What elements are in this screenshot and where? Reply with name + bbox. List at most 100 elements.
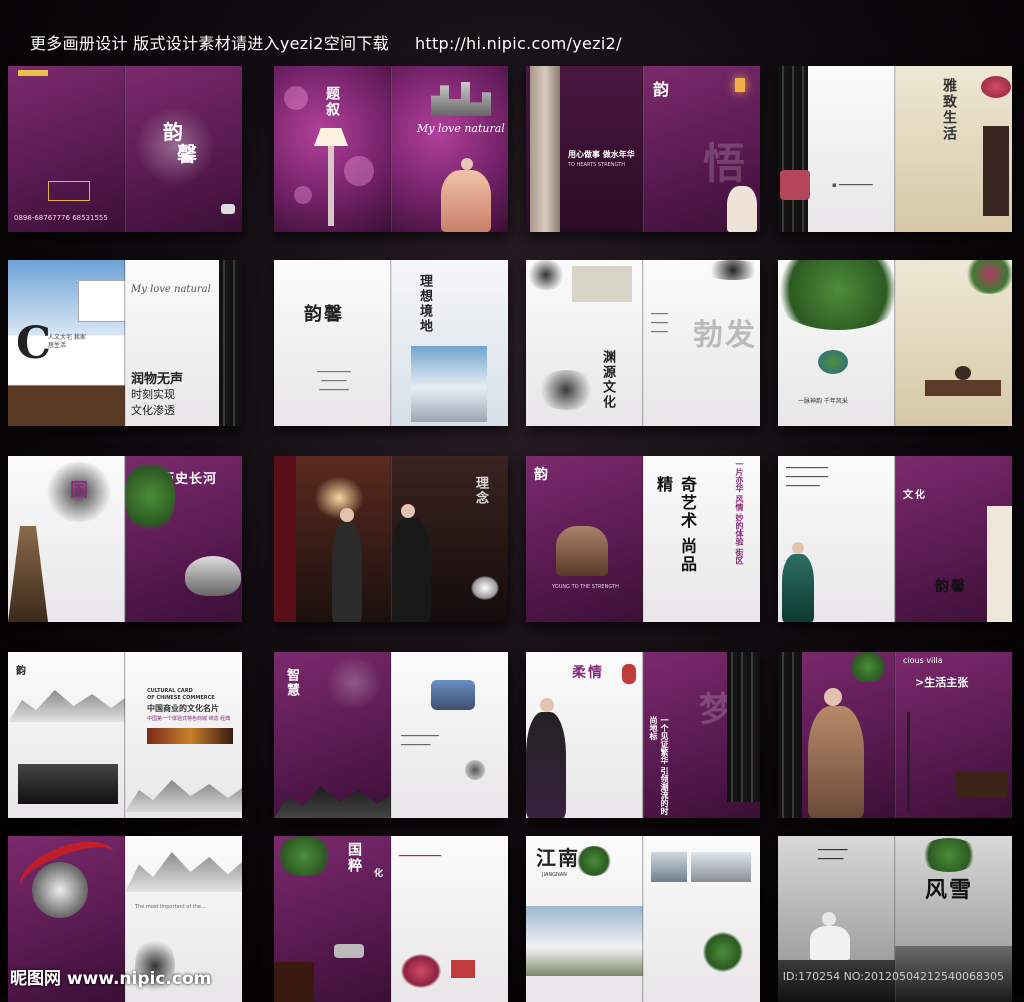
interior-photo bbox=[572, 266, 632, 302]
spread-8-right bbox=[895, 260, 1012, 426]
carved-pillar bbox=[530, 66, 560, 232]
ink-mountains bbox=[125, 852, 242, 892]
plum-branch bbox=[703, 260, 760, 280]
calligraphy: 智慧 bbox=[284, 668, 299, 698]
site-watermark: 昵图网 www.nipic.com bbox=[10, 969, 212, 989]
spread-10[interactable]: 理念 bbox=[274, 456, 508, 622]
spread-13[interactable]: 韵 CULTURAL CARD OF CHINESE COMMERCE 中国商业… bbox=[8, 652, 242, 818]
calligraphy: 韵馨 bbox=[935, 579, 967, 595]
spread-16[interactable]: cious villa >生活主张 bbox=[778, 652, 1012, 818]
calligraphy: 柔情 bbox=[572, 665, 604, 681]
spread-18[interactable]: 国粹 化 ━━━━━━━━━━ bbox=[274, 836, 508, 1002]
flower-vase bbox=[780, 170, 810, 200]
spread-2[interactable]: 题叙 My love natural bbox=[274, 66, 508, 232]
spine bbox=[894, 652, 896, 818]
skyline-graphic bbox=[431, 82, 491, 116]
spread-4-right: 雅致生活 bbox=[895, 66, 1012, 232]
lantern-icon bbox=[735, 78, 745, 92]
spread-16-left bbox=[778, 652, 895, 818]
spread-12-left: ━━━━━━━━━━ ━━━━━━━━━━ ━━━━━━━━ bbox=[778, 456, 895, 622]
curtain bbox=[778, 652, 802, 818]
calligraphy: 国 bbox=[70, 480, 90, 501]
courtyard-photo bbox=[526, 906, 643, 976]
spread-6[interactable]: 韵馨 ━━━━━━━━ ━━━━━━ ━━━━━━━ 理想境地 bbox=[274, 260, 508, 426]
spread-19-right bbox=[643, 836, 760, 1002]
spread-10-left bbox=[274, 456, 391, 622]
spread-1-left: 0898-68767776 68531555 bbox=[8, 66, 125, 232]
spine bbox=[894, 260, 896, 426]
ink-splash bbox=[536, 370, 596, 410]
curtain bbox=[219, 260, 242, 426]
architecture-photo bbox=[411, 346, 487, 422]
building-photo bbox=[987, 506, 1012, 622]
spread-4[interactable]: ▪ ━━━━━━━━ 雅致生活 bbox=[778, 66, 1012, 232]
spread-9-right: 历史长河 bbox=[125, 456, 242, 622]
spine bbox=[390, 66, 392, 232]
roof-silhouette bbox=[274, 786, 391, 818]
spine bbox=[390, 652, 392, 818]
calligraphy: 国粹 bbox=[346, 842, 362, 874]
spread-15[interactable]: 柔情 梦 一个见证繁华 引领潮流的时尚地标 bbox=[526, 652, 760, 818]
body-text: ━━━━━━━ ━━━━━━ bbox=[818, 846, 848, 864]
spread-7[interactable]: 渊源文化 勃发 ━━━━ ━━━━ ━━━━ bbox=[526, 260, 760, 426]
bamboo-leaves bbox=[274, 836, 334, 876]
calligraphy: 韵馨 bbox=[304, 304, 344, 325]
big-calligraphy: 奇艺术 尚品 精 bbox=[654, 476, 697, 574]
spread-6-right: 理想境地 bbox=[391, 260, 508, 426]
title: 中国商业的文化名片 bbox=[147, 704, 219, 713]
tagline-en: YOUNG TO THE STRENGTH bbox=[552, 584, 619, 590]
spine bbox=[642, 66, 644, 232]
woman-figure bbox=[727, 186, 757, 232]
spread-12[interactable]: ━━━━━━━━━━ ━━━━━━━━━━ ━━━━━━━━ 文化 韵馨 bbox=[778, 456, 1012, 622]
spread-3-left: 用心做事 做水年华 TO HEARTS STRENGTH bbox=[526, 66, 643, 232]
lock-icon bbox=[334, 944, 364, 958]
spread-19[interactable]: 江南 JIANGNAN bbox=[526, 836, 760, 1002]
slogan-en: TO HEARTS STRENGTH bbox=[568, 162, 625, 168]
calligraphy: 江南 bbox=[536, 846, 580, 870]
spread-11-left: 韵 YOUNG TO THE STRENGTH bbox=[526, 456, 643, 622]
cup-icon bbox=[221, 204, 235, 214]
spread-7-left: 渊源文化 bbox=[526, 260, 643, 426]
tree-graphic bbox=[778, 260, 895, 330]
calligraphy: 韵 bbox=[653, 80, 672, 99]
lamp-stand bbox=[328, 146, 334, 226]
body-text: ━━━━━━━━━━ ━━━━━━━━━━ ━━━━━━━━ bbox=[786, 464, 829, 491]
spread-16-right: cious villa >生活主张 bbox=[895, 652, 1012, 818]
spread-18-left: 国粹 化 bbox=[274, 836, 391, 1002]
curtain bbox=[727, 652, 760, 802]
calligraphy-2: 化 bbox=[374, 869, 386, 879]
spread-9-left: 国 bbox=[8, 456, 125, 622]
vine-leaves bbox=[125, 456, 175, 536]
spread-19-left: 江南 JIANGNAN bbox=[526, 836, 643, 1002]
spread-8[interactable]: 一脉神韵 千年风采 bbox=[778, 260, 1012, 426]
logo-tag bbox=[18, 70, 48, 76]
spread-3[interactable]: 用心做事 做水年华 TO HEARTS STRENGTH 韵 悟 bbox=[526, 66, 760, 232]
spine bbox=[124, 66, 126, 232]
spread-11[interactable]: 韵 YOUNG TO THE STRENGTH 奇艺术 尚品 精 一片亦华 风情… bbox=[526, 456, 760, 622]
spread-14[interactable]: 智慧 ━━━━━━━━━ ━━━━━━━ bbox=[274, 652, 508, 818]
woman-in-qipao bbox=[441, 170, 491, 232]
woman-head bbox=[822, 912, 836, 926]
tagline: 一脉神韵 千年风采 bbox=[798, 398, 848, 405]
street-lamp bbox=[907, 712, 910, 812]
gift-box bbox=[451, 960, 475, 978]
spread-4-left: ▪ ━━━━━━━━ bbox=[778, 66, 895, 232]
bell-icon bbox=[465, 760, 485, 780]
spread-12-right: 文化 韵馨 bbox=[895, 456, 1012, 622]
spread-9[interactable]: 国 历史长河 bbox=[8, 456, 242, 622]
tea-set bbox=[18, 764, 118, 804]
script-text: My love natural bbox=[131, 284, 211, 295]
spread-5[interactable]: C 人文大宅 栽家居生活 My love natural 润物无声 时刻实现 文… bbox=[8, 260, 242, 426]
flower-graphic bbox=[981, 76, 1011, 98]
spine bbox=[894, 66, 896, 232]
spread-1[interactable]: 0898-68767776 68531555 韵 馨 bbox=[8, 66, 242, 232]
flower-vine bbox=[965, 260, 1012, 294]
brochure-grid: 0898-68767776 68531555 韵 馨 题叙 My love na… bbox=[0, 0, 1024, 1002]
boat-vase bbox=[185, 556, 241, 596]
headline-line-2: 时刻实现 bbox=[131, 388, 175, 401]
image-id-text: ID:170254 NO:20120504212540068305 bbox=[782, 970, 1004, 983]
plant-leaves bbox=[576, 846, 612, 876]
spine bbox=[390, 836, 392, 1002]
spine bbox=[390, 260, 392, 426]
spine bbox=[642, 836, 644, 1002]
